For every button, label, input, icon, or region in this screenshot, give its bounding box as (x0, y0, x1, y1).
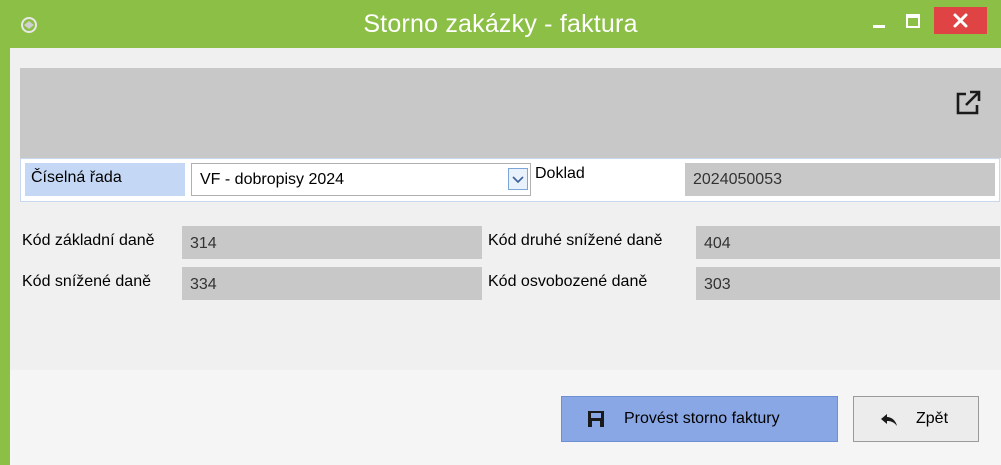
window-title: Storno zakázky - faktura (363, 10, 638, 38)
dialog-window: Storno zakázky - faktura Číselná řada VF (0, 0, 1001, 465)
tax-reduced-label: Kód snížené daně (22, 273, 151, 290)
doklad-field: 2024050053 (685, 163, 995, 196)
external-link-icon[interactable] (953, 88, 983, 118)
back-label: Zpět (916, 410, 949, 427)
tax-second-reduced-label: Kód druhé snížené daně (488, 232, 663, 249)
tax-reduced-field: 334 (182, 267, 482, 300)
dialog-body: Číselná řada VF - dobropisy 2024 Doklad … (10, 48, 1001, 465)
tax-exempt-label: Kód osvobozené daně (488, 273, 648, 290)
tax-basic-field: 314 (182, 226, 482, 259)
title-bar[interactable]: Storno zakázky - faktura (0, 0, 1001, 48)
back-arrow-icon (879, 412, 899, 428)
tax-exempt-field: 303 (696, 267, 1000, 300)
confirm-storno-label: Provést storno faktury (624, 410, 780, 427)
series-label: Číselná řada (25, 163, 185, 196)
back-button[interactable]: Zpět (853, 396, 979, 442)
save-icon (587, 410, 605, 428)
close-button[interactable] (934, 7, 987, 34)
tax-second-reduced-field: 404 (696, 226, 1000, 259)
chevron-down-icon[interactable] (508, 168, 528, 190)
series-row: Číselná řada VF - dobropisy 2024 Doklad … (20, 158, 1000, 202)
series-select-value: VF - dobropisy 2024 (200, 171, 345, 188)
doklad-label: Doklad (535, 165, 585, 182)
confirm-storno-button[interactable]: Provést storno faktury (561, 396, 838, 442)
header-panel (20, 68, 1001, 158)
minimize-button[interactable] (864, 10, 894, 34)
tax-basic-label: Kód základní daně (22, 232, 155, 249)
series-select[interactable]: VF - dobropisy 2024 (191, 163, 531, 196)
maximize-button[interactable] (898, 10, 928, 34)
